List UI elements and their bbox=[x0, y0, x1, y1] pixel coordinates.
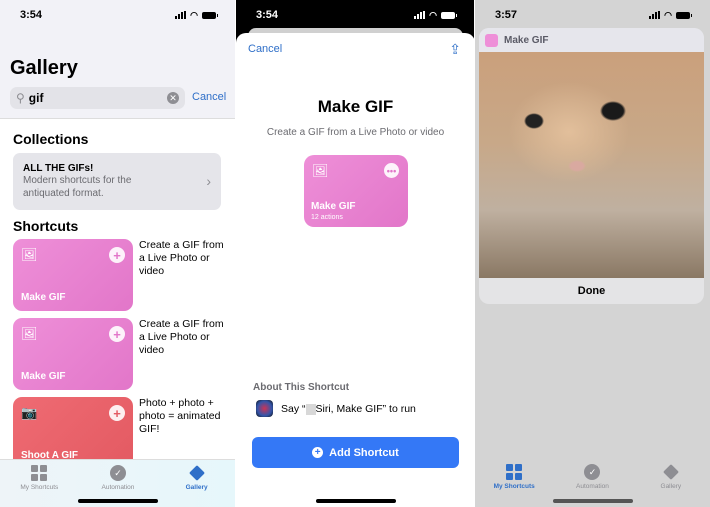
shortcut-name: Make GIF bbox=[21, 371, 66, 382]
collection-title: ALL THE GIFs! bbox=[23, 163, 94, 174]
gallery-screen: 3:54 ◠ Gallery ⚲ gif ✕ Cancel Collection… bbox=[0, 0, 236, 507]
shortcut-preview-card[interactable]: 🖼 ••• Make GIF 12 actions bbox=[304, 155, 408, 227]
home-indicator bbox=[552, 499, 633, 503]
tab-my-shortcuts[interactable]: My Shortcuts bbox=[479, 464, 549, 507]
tab-gallery[interactable]: Gallery bbox=[636, 464, 706, 507]
status-bar: 3:57 ◠ bbox=[475, 0, 710, 30]
signal-icon bbox=[414, 11, 426, 19]
wifi-icon: ◠ bbox=[664, 9, 672, 20]
tab-label: Gallery bbox=[185, 484, 208, 491]
gif-preview-image bbox=[479, 52, 704, 278]
tab-my-shortcuts[interactable]: My Shortcuts bbox=[4, 465, 74, 507]
battery-icon bbox=[676, 11, 692, 19]
collections-heading: Collections bbox=[13, 131, 89, 147]
search-icon: ⚲ bbox=[16, 91, 25, 105]
grid-icon bbox=[31, 465, 48, 481]
layers-icon bbox=[662, 464, 679, 480]
shortcut-title: Make GIF bbox=[317, 97, 394, 116]
layers-icon bbox=[188, 465, 205, 481]
shortcut-subtitle: Create a GIF from a Live Photo or video bbox=[266, 127, 445, 138]
search-input[interactable]: ⚲ gif ✕ bbox=[10, 87, 185, 109]
page-title: Gallery bbox=[10, 57, 78, 79]
chevron-right-icon: › bbox=[206, 173, 211, 189]
wifi-icon: ◠ bbox=[190, 9, 198, 20]
cancel-button[interactable]: Cancel bbox=[248, 43, 282, 55]
add-shortcut-button[interactable]: + Add Shortcut bbox=[252, 437, 459, 468]
shortcut-description: Photo + photo + photo = animated GIF! bbox=[139, 397, 221, 435]
app-icon bbox=[485, 33, 498, 47]
redacted-text bbox=[305, 403, 316, 415]
plus-circle-icon: + bbox=[312, 447, 324, 458]
wifi-icon: ◠ bbox=[429, 9, 437, 20]
siri-phrase: Say “ Siri, Make GIF” to run bbox=[281, 403, 416, 415]
photos-icon: 🖼 bbox=[21, 247, 38, 262]
photos-icon: 🖼 bbox=[312, 163, 329, 178]
status-bar: 3:54 ◠ bbox=[0, 0, 236, 30]
battery-icon bbox=[202, 11, 218, 19]
grid-icon bbox=[506, 464, 523, 480]
photos-icon: 🖼 bbox=[21, 326, 38, 341]
results: Collections ALL THE GIFs! Modern shortcu… bbox=[0, 118, 236, 507]
tab-label: My Shortcuts bbox=[20, 484, 59, 491]
app-name: Make GIF bbox=[504, 34, 549, 46]
shortcut-description: Create a GIF from a Live Photo or video bbox=[139, 239, 224, 277]
gif-result-screen: 3:57 ◠ Make GIF Done My Shortcuts Automa… bbox=[475, 0, 710, 507]
shortcuts-heading: Shortcuts bbox=[13, 218, 79, 234]
tab-gallery[interactable]: Gallery bbox=[162, 465, 232, 507]
result-notification: Make GIF Done bbox=[479, 28, 704, 304]
battery-icon bbox=[441, 11, 457, 19]
status-time: 3:54 bbox=[20, 9, 43, 21]
status-time: 3:57 bbox=[495, 9, 518, 21]
shortcut-name: Make GIF bbox=[21, 292, 66, 303]
phrase-suffix: Siri, Make GIF” to run bbox=[315, 403, 416, 415]
camera-icon: 📷 bbox=[21, 405, 38, 420]
tab-label: Automation bbox=[101, 484, 135, 491]
action-count: 12 actions bbox=[311, 214, 343, 221]
add-icon[interactable]: + bbox=[109, 247, 125, 263]
collection-description: Modern shortcuts for the antiquated form… bbox=[23, 175, 132, 199]
automation-icon bbox=[584, 464, 601, 480]
add-icon[interactable]: + bbox=[109, 405, 125, 421]
tab-label: My Shortcuts bbox=[493, 483, 535, 490]
add-icon[interactable]: + bbox=[109, 326, 125, 342]
button-label: Add Shortcut bbox=[329, 446, 399, 459]
status-time: 3:54 bbox=[256, 9, 279, 21]
share-icon[interactable]: ⇪ bbox=[449, 41, 461, 58]
siri-icon bbox=[256, 400, 273, 417]
signal-icon bbox=[649, 11, 661, 19]
shortcut-detail-screen: 3:54 ◠ Cancel ⇪ Make GIF Create a GIF fr… bbox=[236, 0, 475, 507]
home-indicator bbox=[78, 499, 158, 503]
shortcut-description: Create a GIF from a Live Photo or video bbox=[139, 318, 224, 356]
done-button[interactable]: Done bbox=[479, 278, 704, 304]
automation-icon bbox=[109, 465, 126, 481]
signal-icon bbox=[175, 11, 187, 19]
card-name: Make GIF bbox=[311, 201, 356, 212]
home-indicator bbox=[315, 499, 396, 503]
tab-label: Automation bbox=[576, 483, 609, 490]
notification-header: Make GIF bbox=[479, 28, 704, 52]
detail-sheet: Cancel ⇪ Make GIF Create a GIF from a Li… bbox=[236, 33, 475, 507]
search-value[interactable]: gif bbox=[29, 91, 167, 105]
more-icon[interactable]: ••• bbox=[384, 163, 399, 178]
cancel-search-button[interactable]: Cancel bbox=[192, 91, 226, 103]
tab-label: Gallery bbox=[660, 483, 682, 490]
status-bar: 3:54 ◠ bbox=[236, 0, 475, 30]
phrase-prefix: Say “ bbox=[281, 403, 306, 415]
shortcut-card[interactable]: 🖼 + Make GIF bbox=[13, 318, 133, 390]
clear-search-icon[interactable]: ✕ bbox=[167, 92, 179, 104]
about-heading: About This Shortcut bbox=[253, 382, 350, 393]
shortcut-card[interactable]: 🖼 + Make GIF bbox=[13, 239, 133, 311]
collection-card[interactable]: ALL THE GIFs! Modern shortcuts for the a… bbox=[13, 153, 221, 210]
